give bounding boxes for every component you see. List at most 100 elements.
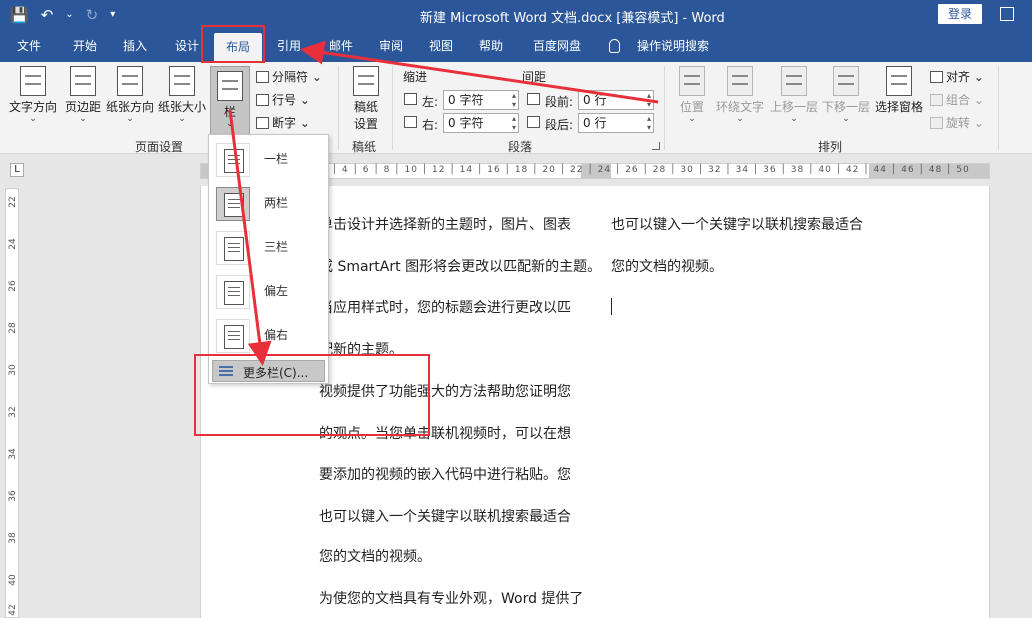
- size-button[interactable]: 纸张大小 ⌄: [156, 66, 208, 123]
- hyphenation-button[interactable]: 断字 ⌄: [256, 114, 310, 131]
- orientation-icon: [117, 66, 143, 96]
- tab-baidu-netdisk[interactable]: 百度网盘: [522, 30, 592, 62]
- customize-qat-icon[interactable]: ▾: [110, 5, 115, 25]
- orientation-button[interactable]: 纸张方向 ⌄: [104, 66, 156, 123]
- columns-dropdown-menu: 一栏 两栏 三栏 偏左 偏右 更多栏(C)...: [208, 134, 329, 384]
- spacing-before-input[interactable]: 0 行: [578, 90, 654, 110]
- tab-help[interactable]: 帮助: [468, 30, 514, 62]
- chevron-down-icon: ⌄: [156, 115, 208, 123]
- chevron-down-icon: ⌄: [62, 115, 104, 123]
- bring-forward-icon: [781, 66, 807, 96]
- spacing-after-label: 段后:: [545, 116, 573, 133]
- breaks-button[interactable]: 分隔符 ⌄: [256, 68, 322, 85]
- wrap-text-icon: [727, 66, 753, 96]
- tab-home[interactable]: 开始: [62, 30, 108, 62]
- group-separator: [998, 66, 999, 150]
- paragraph-dialog-launcher-icon[interactable]: [652, 142, 660, 150]
- selection-pane-button[interactable]: 选择窗格: [873, 66, 925, 115]
- right-column-line: 也可以键入一个关键字以联机搜索最适合: [611, 214, 863, 234]
- menu-item-one-column[interactable]: 一栏: [212, 139, 325, 179]
- indent-left-input[interactable]: 0 字符: [443, 90, 519, 110]
- breaks-icon: [256, 71, 269, 83]
- indent-title: 缩进: [403, 68, 427, 85]
- left-column-line: 或 SmartArt 图形将会更改以匹配新的主题。: [319, 256, 601, 276]
- ruler-number: 42: [8, 603, 18, 617]
- tab-references[interactable]: 引用: [266, 30, 312, 62]
- left-column-line: 也可以键入一个关键字以联机搜索最适合: [319, 506, 571, 526]
- spacing-before-icon: [527, 93, 540, 105]
- text-direction-button[interactable]: 文字方向 ⌄: [6, 66, 60, 123]
- rotate-button: 旋转 ⌄: [930, 114, 984, 131]
- left-column-line: 要添加的视频的嵌入代码中进行粘贴。您: [319, 464, 571, 484]
- chevron-down-icon: ⌄: [211, 120, 249, 128]
- tab-file[interactable]: 文件: [6, 30, 52, 62]
- spacing-before-label: 段前:: [545, 93, 573, 110]
- menu-item-right[interactable]: 偏右: [212, 315, 325, 355]
- menu-item-two-columns[interactable]: 两栏: [212, 183, 325, 223]
- document-title: 新建 Microsoft Word 文档.docx [兼容模式] - Word: [420, 7, 725, 26]
- ruler-number: 24: [8, 237, 18, 251]
- group-separator: [392, 66, 393, 150]
- ruler-number: 28: [8, 321, 18, 335]
- line-numbers-button[interactable]: 行号 ⌄: [256, 91, 310, 108]
- indent-left-icon: [404, 93, 417, 105]
- group-objects-button: 组合 ⌄: [930, 91, 984, 108]
- highlight-more-columns: [194, 354, 430, 436]
- left-column-line: 当应用样式时，您的标题会进行更改以匹: [319, 297, 571, 317]
- ruler-number: 22: [8, 195, 18, 209]
- tab-selector[interactable]: L: [10, 163, 24, 177]
- quick-access-toolbar: 💾 ↶ ⌄ ↻ ▾: [10, 5, 115, 25]
- spacing-after-input[interactable]: 0 行: [578, 113, 654, 133]
- tab-view[interactable]: 视图: [418, 30, 464, 62]
- spacing-after-icon: [527, 116, 540, 128]
- group-label-paragraph: 段落: [508, 138, 532, 155]
- tab-mailings[interactable]: 邮件: [318, 30, 364, 62]
- three-columns-icon: [216, 231, 250, 265]
- menu-item-three-columns[interactable]: 三栏: [212, 227, 325, 267]
- horizontal-ruler[interactable]: L 2 │ 4 │ 6 │ 8 │ 10 │ 12 │ 14 │ 16 │ 18…: [0, 160, 1032, 182]
- ruler-number: 32: [8, 405, 18, 419]
- chevron-down-icon: ⌄: [820, 115, 872, 123]
- menu-item-left[interactable]: 偏左: [212, 271, 325, 311]
- highlight-layout-tab: [201, 25, 265, 63]
- line-numbers-icon: [256, 94, 269, 106]
- ruler-ticks: 2 │ 4 │ 6 │ 8 │ 10 │ 12 │ 14 │ 16 │ 18 │…: [321, 165, 970, 175]
- right-column-line: 您的文档的视频。: [611, 256, 723, 276]
- group-label-arrange: 排列: [818, 138, 842, 155]
- tell-me-search[interactable]: 操作说明搜索: [628, 30, 718, 62]
- tab-insert[interactable]: 插入: [112, 30, 158, 62]
- position-icon: [679, 66, 705, 96]
- left-column-icon: [216, 275, 250, 309]
- spacing-title: 间距: [522, 68, 546, 85]
- ribbon-display-options-icon[interactable]: [1000, 7, 1014, 21]
- ruler-number: 34: [8, 447, 18, 461]
- send-backward-icon: [833, 66, 859, 96]
- save-icon[interactable]: 💾: [10, 5, 29, 25]
- selection-pane-icon: [886, 66, 912, 96]
- columns-button[interactable]: 栏 ⌄: [210, 66, 250, 136]
- position-button: 位置 ⌄: [672, 66, 712, 123]
- indent-right-icon: [404, 116, 417, 128]
- right-column-icon: [216, 319, 250, 353]
- paper-size-icon: [169, 66, 195, 96]
- indent-right-label: 右:: [422, 116, 438, 133]
- ruler-number: 40: [8, 573, 18, 587]
- group-separator: [338, 66, 339, 150]
- margins-icon: [70, 66, 96, 96]
- ribbon-tabs: 文件 开始 插入 设计 布局 引用 邮件 审阅 视图 帮助 百度网盘 操作说明搜…: [0, 30, 1032, 62]
- login-button[interactable]: 登录: [938, 4, 982, 24]
- tab-review[interactable]: 审阅: [368, 30, 414, 62]
- draft-paper-button[interactable]: 稿纸 设置: [346, 66, 386, 132]
- two-columns-icon: [216, 187, 250, 221]
- undo-chevron-icon[interactable]: ⌄: [65, 5, 73, 25]
- vertical-ruler[interactable]: 22 24 26 28 30 32 34 36 38 40 42: [0, 188, 22, 618]
- wrap-text-button: 环绕文字 ⌄: [714, 66, 766, 123]
- chevron-down-icon: ⌄: [6, 115, 60, 123]
- undo-icon[interactable]: ↶: [41, 5, 54, 25]
- ruler-number: 26: [8, 279, 18, 293]
- draft-paper-icon: [353, 66, 379, 96]
- indent-right-input[interactable]: 0 字符: [443, 113, 519, 133]
- text-cursor: [611, 298, 612, 315]
- align-button[interactable]: 对齐 ⌄: [930, 68, 984, 85]
- margins-button[interactable]: 页边距 ⌄: [62, 66, 104, 123]
